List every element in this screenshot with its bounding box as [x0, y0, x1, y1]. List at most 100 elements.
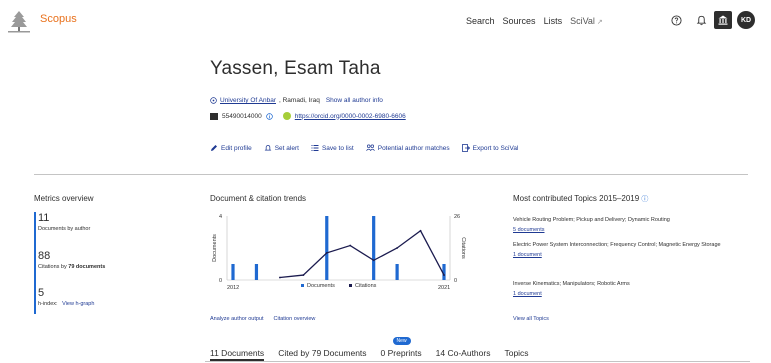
documents-bar — [325, 216, 329, 280]
nav-scival[interactable]: SciVal ↗ — [570, 16, 603, 26]
documents-bar — [372, 216, 376, 280]
bell-icon — [264, 145, 272, 151]
show-all-author-info-link[interactable]: Show all author info — [326, 97, 383, 104]
list-icon — [311, 145, 319, 151]
y-tick-label-left: 0 — [219, 278, 222, 284]
section-divider — [34, 174, 748, 175]
location-icon — [210, 97, 217, 104]
legend-label-citations: Citations — [355, 283, 377, 289]
x-tick-label: 2012 — [227, 285, 239, 291]
scopus-brand[interactable]: Scopus — [40, 13, 77, 25]
edit-profile-label: Edit profile — [221, 144, 252, 152]
document-citation-trend-chart: 4 0 26 0 Documents Citations 2012 2021 Documents… — [212, 214, 466, 291]
topics-title: Most contributed Topics 2015–2019 ⓘ — [513, 194, 648, 204]
view-h-graph-link[interactable]: View h-graph — [62, 301, 94, 307]
citation-overview-link[interactable]: Citation overview — [274, 316, 316, 322]
metrics-accent-bar — [34, 212, 36, 314]
save-to-list-button[interactable]: Save to list — [311, 144, 354, 152]
nav-lists[interactable]: Lists — [544, 16, 563, 26]
citations-label-documents: 79 documents — [68, 264, 106, 270]
external-link-icon: ↗ — [596, 19, 603, 26]
topic-name: Vehicle Routing Problem; Pickup and Deli… — [513, 217, 670, 223]
citations-count: 88 — [38, 250, 51, 262]
info-icon[interactable]: ⓘ — [641, 196, 648, 203]
view-all-topics-link[interactable]: View all Topics — [513, 316, 549, 322]
hindex-metric: 5 h-index: View h-graph — [38, 287, 94, 307]
new-badge: New — [392, 337, 411, 345]
author-actions: Edit profile Set alert Save to list Pote… — [210, 144, 518, 152]
potential-author-matches-button[interactable]: Potential author matches — [365, 144, 450, 152]
id-info-icon[interactable] — [266, 112, 273, 120]
legend-label-documents: Documents — [307, 283, 335, 289]
citations-point — [372, 259, 375, 262]
author-tabs: 11 Documents Cited by 79 Documents 0 Pre… — [210, 337, 529, 361]
citations-point — [419, 229, 422, 232]
edit-profile-button[interactable]: Edit profile — [210, 144, 252, 152]
tab-cited-by[interactable]: Cited by 79 Documents — [278, 348, 366, 361]
affiliation-link[interactable]: University Of Anbar — [220, 97, 276, 104]
pencil-icon — [211, 145, 217, 151]
export-to-scival-label: Export to SciVal — [472, 144, 519, 152]
affiliation-location: , Ramadi, Iraq — [279, 97, 320, 104]
citations-label: Citations by — [38, 264, 69, 270]
documents-count: 11 — [38, 212, 50, 224]
author-identifiers: 55490014000 https://orcid.org/0000-0002-… — [210, 112, 406, 120]
notification-bell-icon[interactable] — [693, 12, 709, 28]
tab-preprints-label: 0 Preprints — [380, 348, 422, 358]
citations-line — [279, 229, 445, 279]
topic-item: Inverse Kinematics; Manipulators; Roboti… — [513, 280, 753, 299]
trend-links: Analyze author output Citation overview — [210, 316, 315, 322]
y-axis-label-right: Citations — [460, 237, 466, 259]
orcid-link[interactable]: https://orcid.org/0000-0002-6980-6606 — [295, 113, 406, 120]
topics-title-text: Most contributed Topics 2015–2019 — [513, 194, 640, 203]
hindex-value: 5 — [38, 287, 45, 299]
topic-name: Electric Power System Interconnection; F… — [513, 242, 721, 248]
citations-metric[interactable]: 88 Citations by 79 documents — [38, 250, 105, 270]
scopus-author-id: 55490014000 — [222, 112, 262, 120]
nav-scival-label: SciVal — [570, 16, 595, 26]
orcid-icon — [282, 112, 291, 120]
elsevier-logo[interactable] — [6, 8, 32, 34]
tab-documents[interactable]: 11 Documents — [210, 348, 265, 361]
institution-icon[interactable] — [714, 11, 732, 29]
nav-search[interactable]: Search — [466, 16, 495, 26]
citations-point — [349, 244, 352, 247]
author-affiliation: University Of Anbar, Ramadi, Iraq Show a… — [210, 97, 383, 104]
metrics-overview-title: Metrics overview — [34, 194, 94, 203]
documents-label: Documents by author — [38, 226, 91, 232]
export-to-scival-button[interactable]: Export to SciVal — [461, 144, 519, 152]
tab-preprints[interactable]: 0 Preprints New — [380, 337, 422, 361]
set-alert-label: Set alert — [274, 144, 299, 152]
y-axis-label-left: Documents — [212, 234, 218, 262]
save-to-list-label: Save to list — [321, 144, 354, 152]
topic-count-link[interactable]: 1 document — [513, 251, 753, 260]
y-tick-label-right: 0 — [454, 278, 457, 284]
y-tick-label-left: 4 — [219, 214, 222, 220]
help-icon[interactable] — [668, 12, 684, 28]
analyze-author-output-link[interactable]: Analyze author output — [210, 316, 264, 322]
people-icon — [365, 144, 375, 151]
documents-bar — [254, 264, 259, 280]
author-name: Yassen, Esam Taha — [210, 58, 381, 79]
documents-bar — [395, 264, 399, 280]
documents-metric[interactable]: 11 Documents by author — [38, 212, 90, 232]
topic-count-link[interactable]: 5 documents — [513, 226, 753, 235]
nav-sources[interactable]: Sources — [503, 16, 536, 26]
topic-item: Vehicle Routing Problem; Pickup and Deli… — [513, 216, 753, 235]
scopus-id-icon — [210, 112, 218, 120]
hindex-label: h-index: — [38, 301, 58, 307]
citations-point — [396, 247, 399, 249]
tab-topics[interactable]: Topics — [504, 348, 528, 361]
x-tick-label: 2021 — [438, 285, 450, 291]
legend-swatch-citations — [349, 284, 352, 287]
topic-count-link[interactable]: 1 document — [513, 290, 753, 299]
documents-bar — [231, 264, 235, 280]
y-tick-label-right: 26 — [454, 214, 460, 220]
user-avatar[interactable]: KD — [737, 11, 755, 29]
top-navigation-bar: Scopus Search Sources Lists SciVal ↗ KD — [0, 0, 771, 44]
set-alert-button[interactable]: Set alert — [264, 144, 299, 152]
citations-point — [302, 274, 305, 276]
tab-co-authors[interactable]: 14 Co-Authors — [436, 348, 491, 361]
trends-title: Document & citation trends — [210, 194, 307, 203]
main-nav: Search Sources Lists SciVal ↗ — [466, 16, 603, 26]
